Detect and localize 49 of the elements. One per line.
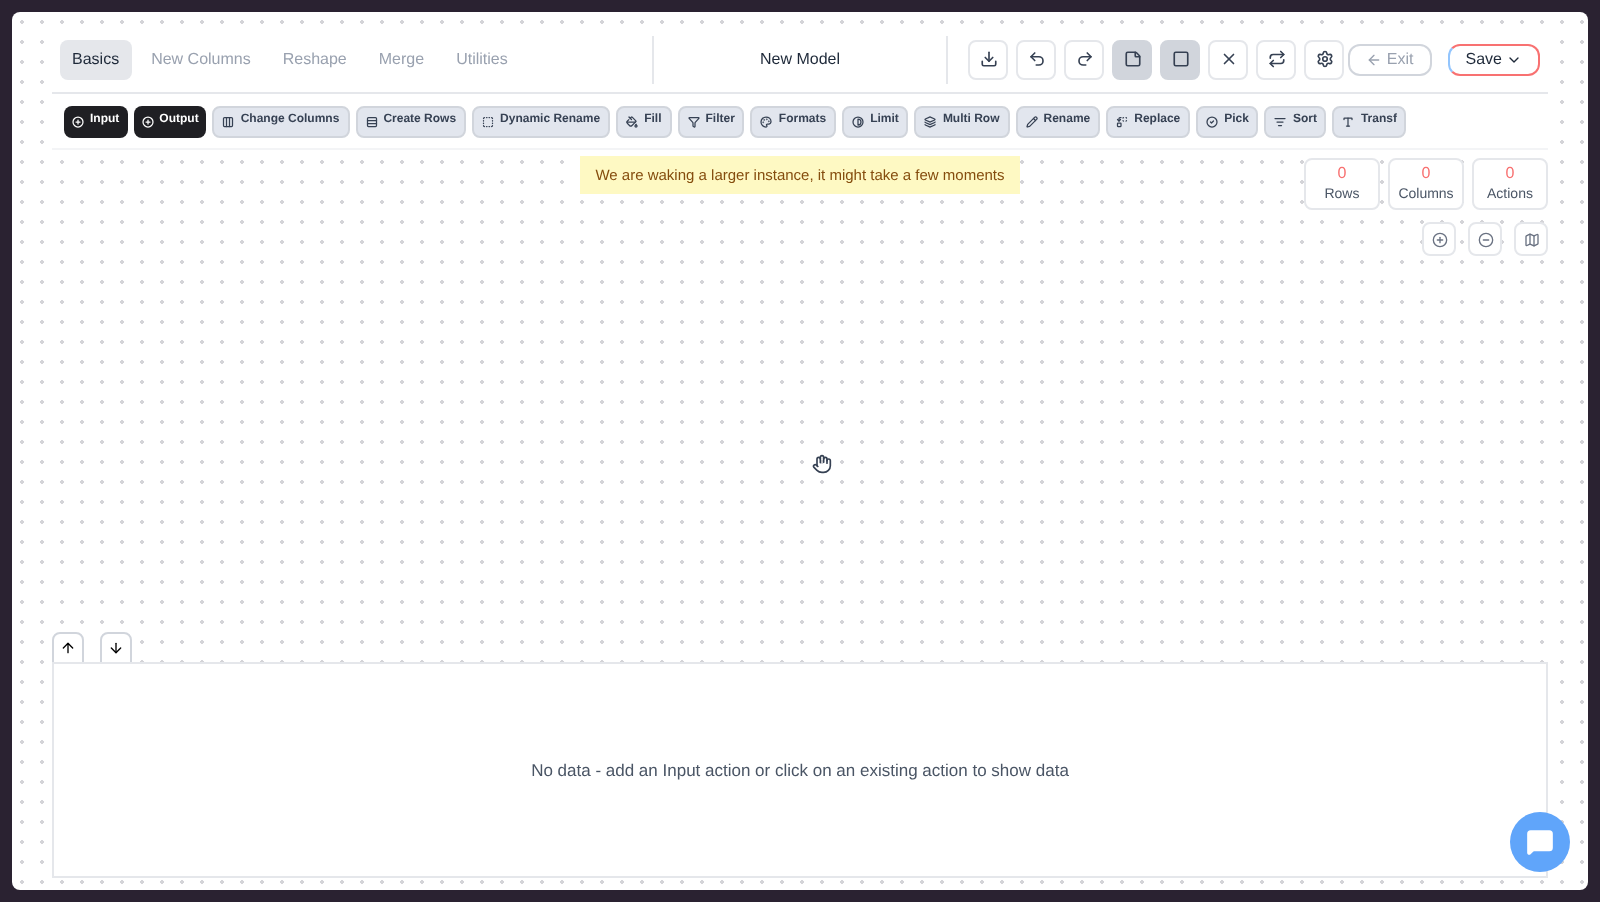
undo-icon	[1027, 50, 1045, 68]
arrow-up-icon	[60, 640, 76, 656]
save-button[interactable]: Save	[1447, 43, 1540, 75]
toolbar-button[interactable]	[1256, 39, 1296, 79]
arrow-left-icon	[1366, 51, 1383, 67]
tab[interactable]: Basics	[60, 39, 132, 79]
half-circle-icon	[852, 115, 865, 127]
layers-icon	[924, 115, 937, 127]
arrow-down-icon	[108, 640, 124, 656]
toolbar-button[interactable]	[1160, 39, 1200, 79]
minus-circle-icon	[1477, 231, 1493, 247]
hand-cursor-icon	[812, 454, 832, 474]
circle-plus-icon	[141, 115, 154, 127]
stat-value: 0	[1337, 166, 1347, 182]
empty-message: No data - add an Input action or click on an existing action to show data	[531, 757, 1069, 783]
map-button[interactable]	[1514, 222, 1548, 256]
zoom-in-button[interactable]	[1422, 222, 1456, 256]
text-icon	[1342, 115, 1355, 127]
filter-icon	[687, 115, 700, 127]
square-icon	[1171, 50, 1189, 68]
note-icon	[1123, 50, 1141, 68]
pencil-icon	[1025, 115, 1038, 127]
redo-icon	[1075, 50, 1093, 68]
map-icon	[1523, 231, 1539, 247]
chat-button[interactable]	[1510, 812, 1570, 872]
toolbar-button[interactable]	[968, 39, 1008, 79]
model-title: New Model	[757, 47, 842, 71]
chat-icon	[1526, 828, 1554, 856]
toolbar-button[interactable]	[1112, 39, 1152, 79]
stat-value: 0	[1505, 166, 1515, 182]
scroll-up-button[interactable]	[52, 632, 84, 664]
toolbar-button[interactable]	[1064, 39, 1104, 79]
columns-icon	[222, 115, 235, 127]
lines-icon	[1274, 115, 1287, 127]
palette-icon	[760, 115, 773, 127]
circle-plus-icon	[72, 115, 84, 127]
repeat-icon	[1267, 50, 1285, 68]
plus-circle-icon	[1431, 231, 1447, 247]
scroll-down-button[interactable]	[100, 632, 132, 664]
zoom-out-button[interactable]	[1468, 222, 1502, 256]
close-icon	[1219, 50, 1237, 68]
download-icon	[979, 50, 997, 68]
toolbar-button[interactable]	[1304, 39, 1344, 79]
rows-icon	[365, 115, 378, 127]
check-circle-icon	[1206, 115, 1219, 127]
stat-value: 0	[1421, 166, 1431, 182]
toolbar-button[interactable]	[1016, 39, 1056, 79]
paint-bucket-icon	[626, 115, 639, 127]
settings-icon	[1315, 50, 1333, 68]
